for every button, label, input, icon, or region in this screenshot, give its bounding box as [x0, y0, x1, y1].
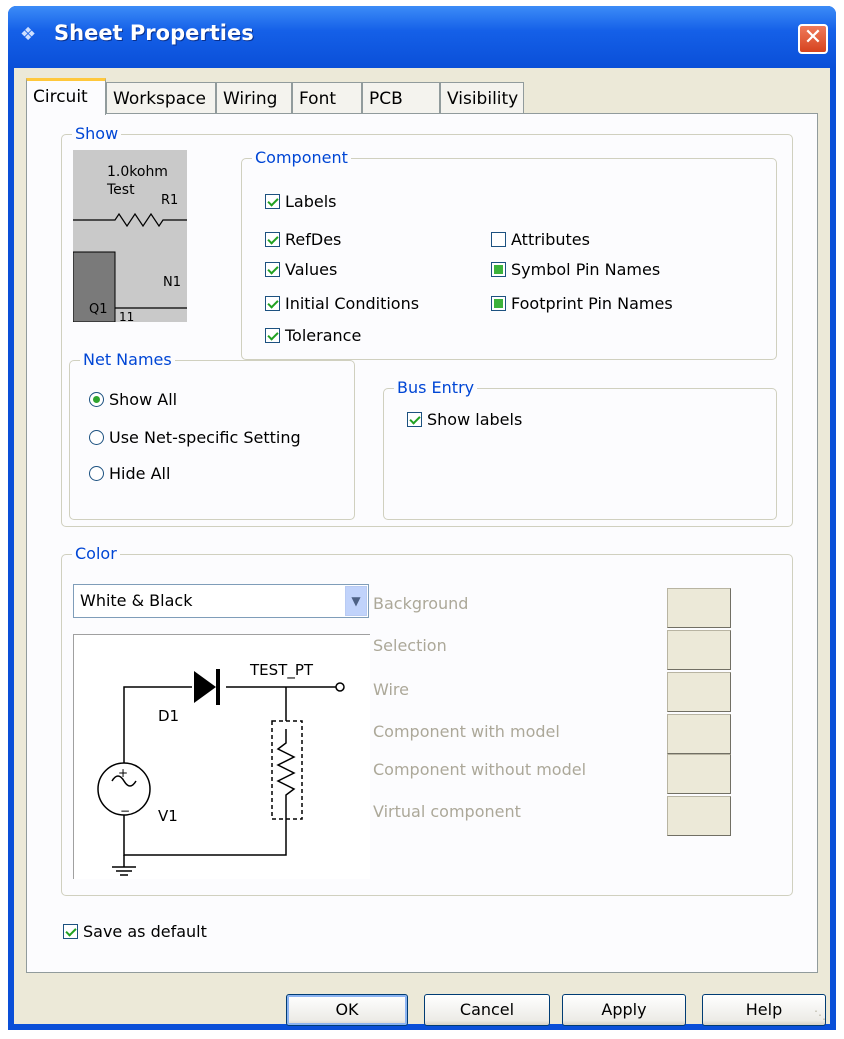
v1-plus: + — [118, 766, 128, 780]
bus-entry-group: Bus Entry — [383, 378, 777, 520]
checkbox-box — [265, 194, 280, 209]
preview-q-label: Q1 — [89, 302, 108, 317]
save-as-default-checkbox[interactable]: Save as default — [63, 922, 207, 941]
attributes-checkbox[interactable]: Attributes — [491, 230, 590, 249]
net-names-show-all-radio[interactable]: Show All — [89, 390, 177, 409]
hide-all-label: Hide All — [109, 464, 171, 483]
symbol-pin-names-checkbox[interactable]: Symbol Pin Names — [491, 260, 660, 279]
title-bar: ❖ Sheet Properties ✕ — [8, 6, 836, 68]
bus-entry-show-labels-checkbox[interactable]: Show labels — [407, 410, 522, 429]
preview-r-label: R1 — [161, 193, 178, 208]
tab-wiring[interactable]: Wiring — [216, 82, 292, 113]
radio-circle — [89, 430, 104, 445]
close-button[interactable]: ✕ — [798, 24, 828, 54]
net-names-legend: Net Names — [80, 350, 175, 369]
dialog-client: Circuit Workspace Wiring Font PCB Visibi… — [14, 68, 830, 1026]
window-title: Sheet Properties — [54, 21, 254, 45]
checkbox-box — [491, 232, 506, 247]
values-checkbox[interactable]: Values — [265, 260, 337, 279]
tab-pcb[interactable]: PCB — [362, 82, 440, 113]
background-color-swatch[interactable] — [667, 588, 731, 628]
component-with-model-color-swatch[interactable] — [667, 714, 731, 754]
net-names-net-specific-radio[interactable]: Use Net-specific Setting — [89, 428, 301, 447]
preview-value-text: 1.0kohm — [107, 164, 168, 180]
tab-page-circuit: Show 1.0kohm Test R1 N1 Q1 11 Component … — [26, 113, 818, 973]
net-names-hide-all-radio[interactable]: Hide All — [89, 464, 170, 483]
color-preview: + − TEST_PT D1 V1 — [73, 634, 370, 879]
preview-pin-label: 11 — [119, 310, 134, 322]
v1-minus: − — [120, 804, 130, 818]
left-wire — [123, 686, 192, 763]
symbol-pin-names-label: Symbol Pin Names — [511, 260, 661, 279]
color-component-without-model-label: Component without model — [373, 760, 587, 779]
cancel-button[interactable]: Cancel — [424, 994, 550, 1026]
color-scheme-value: White & Black — [80, 591, 193, 610]
attributes-label: Attributes — [511, 230, 590, 249]
test-point — [335, 682, 345, 692]
resize-grip-icon[interactable]: ⋱ — [814, 1008, 828, 1022]
radio-circle — [89, 392, 104, 407]
save-as-default-label: Save as default — [83, 922, 207, 941]
show-legend: Show — [72, 124, 122, 143]
color-wire-label: Wire — [373, 680, 409, 699]
diode-triangle — [194, 671, 216, 703]
apply-button[interactable]: Apply — [562, 994, 686, 1026]
checkbox-box — [491, 296, 506, 311]
show-labels-label: Show labels — [427, 410, 523, 429]
refdes-checkbox[interactable]: RefDes — [265, 230, 341, 249]
preview-net-label: N1 — [163, 275, 181, 290]
checkbox-box — [407, 412, 422, 427]
color-virtual-component-label: Virtual component — [373, 802, 521, 821]
tolerance-checkbox[interactable]: Tolerance — [265, 326, 361, 345]
labels-checkbox[interactable]: Labels — [265, 192, 337, 211]
radio-circle — [89, 466, 104, 481]
tab-circuit[interactable]: Circuit — [26, 78, 106, 115]
label-preview-svg: 1.0kohm Test R1 N1 Q1 11 — [73, 164, 187, 322]
tab-font[interactable]: Font — [292, 82, 362, 113]
values-label: Values — [285, 260, 338, 279]
checkbox-box — [63, 924, 78, 939]
footprint-pin-names-checkbox[interactable]: Footprint Pin Names — [491, 294, 673, 313]
color-preview-circuit: + − TEST_PT D1 V1 — [97, 661, 345, 876]
checkbox-box — [265, 232, 280, 247]
component-without-model-color-swatch[interactable] — [667, 754, 731, 794]
label-preview: 1.0kohm Test R1 N1 Q1 11 — [73, 150, 187, 322]
tab-visibility[interactable]: Visibility — [440, 82, 524, 113]
bottom-wire — [123, 815, 287, 856]
tab-workspace[interactable]: Workspace — [106, 82, 216, 113]
wire-color-swatch[interactable] — [667, 672, 731, 712]
checkbox-box — [265, 262, 280, 277]
tolerance-label: Tolerance — [285, 326, 362, 345]
ok-button[interactable]: OK — [286, 994, 408, 1026]
initial-conditions-checkbox[interactable]: Initial Conditions — [265, 294, 419, 313]
help-button[interactable]: Help — [702, 994, 826, 1026]
d1-label: D1 — [158, 707, 179, 725]
color-selection-label: Selection — [373, 636, 447, 655]
color-legend: Color — [72, 544, 120, 563]
chevron-down-icon[interactable]: ▼ — [345, 586, 367, 616]
show-all-label: Show All — [109, 390, 178, 409]
initial-conditions-label: Initial Conditions — [285, 294, 420, 313]
test-pt-label: TEST_PT — [249, 661, 314, 680]
footprint-pin-names-label: Footprint Pin Names — [511, 294, 673, 313]
color-scheme-select[interactable]: White & Black ▼ — [73, 584, 369, 618]
app-icon: ❖ — [20, 24, 37, 45]
refdes-label: RefDes — [285, 230, 342, 249]
labels-label: Labels — [285, 192, 337, 211]
checkbox-box — [265, 296, 280, 311]
color-component-with-model-label: Component with model — [373, 722, 560, 741]
preview-test-text: Test — [106, 182, 135, 198]
resistor-symbol — [73, 212, 187, 228]
bus-entry-legend: Bus Entry — [394, 378, 478, 397]
component-legend: Component — [252, 148, 351, 167]
checkbox-box — [491, 262, 506, 277]
v1-label: V1 — [158, 807, 178, 825]
virtual-component-color-swatch[interactable] — [667, 796, 731, 836]
selection-color-swatch[interactable] — [667, 630, 731, 670]
sheet-properties-dialog: ❖ Sheet Properties ✕ Circuit Workspace W… — [8, 6, 836, 1030]
color-background-label: Background — [373, 594, 469, 613]
virtual-resistor — [276, 729, 296, 819]
checkbox-box — [265, 328, 280, 343]
net-specific-label: Use Net-specific Setting — [109, 428, 301, 447]
